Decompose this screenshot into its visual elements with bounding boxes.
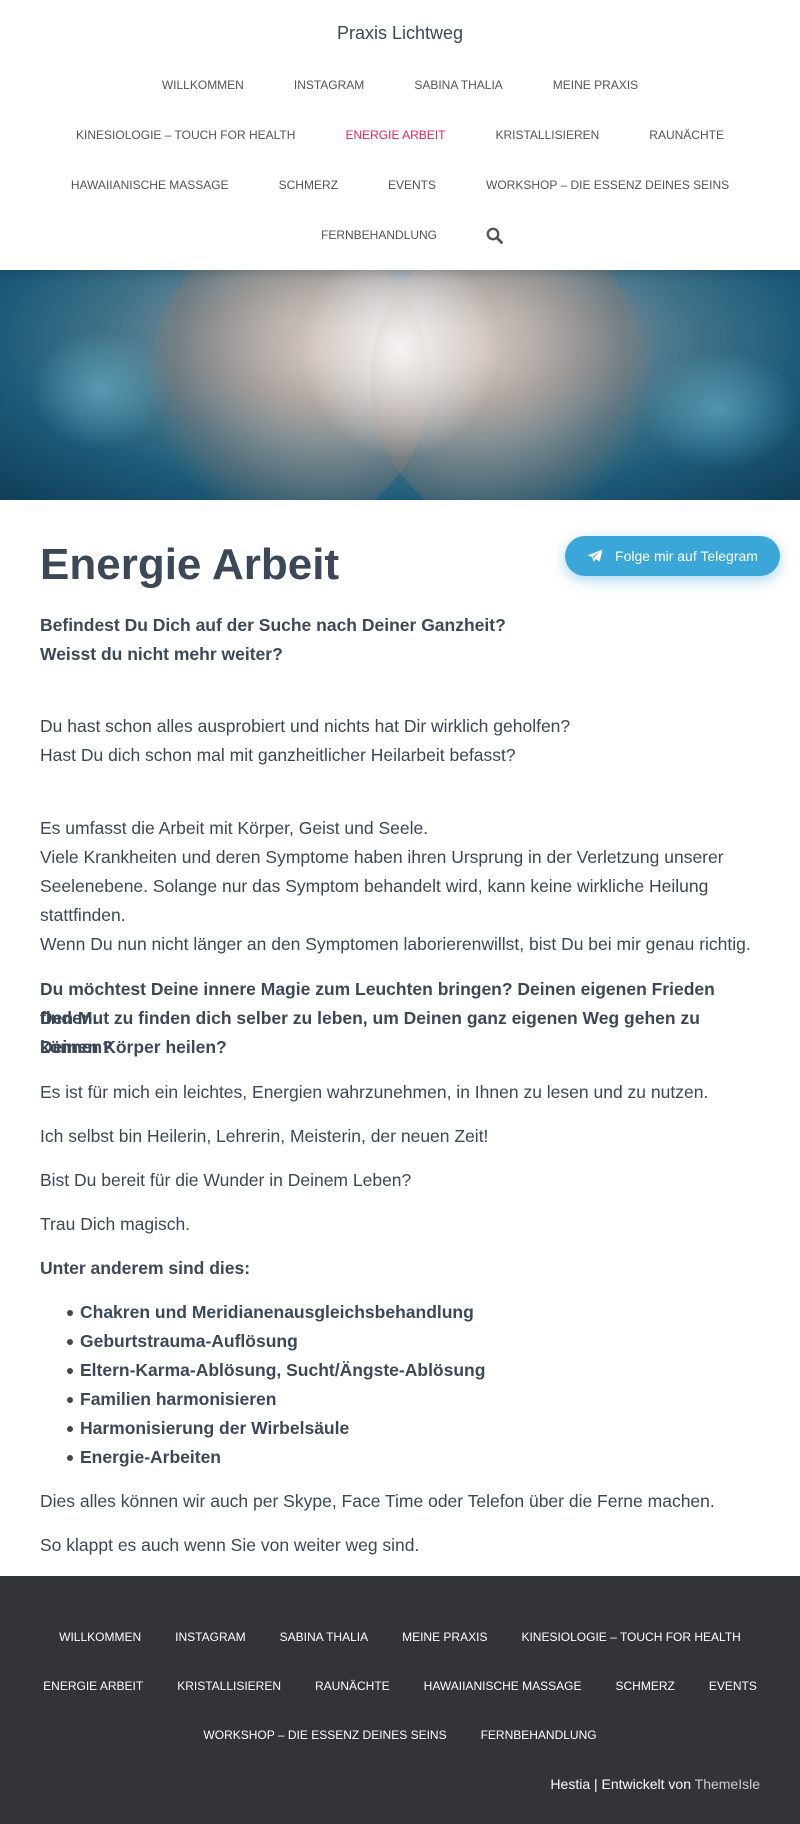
nav-item-sabina-thalia[interactable]: Sabina Thalia — [389, 75, 527, 95]
nav-item-hawaiianische-massage[interactable]: Hawaiianische Massage — [46, 175, 254, 195]
paragraph-line: Wenn Du nun nicht länger an den Symptome… — [40, 934, 751, 954]
footer-link-kristallisieren[interactable]: Kristallisieren — [160, 1679, 298, 1693]
site-footer: Willkommen Instagram Sabina Thalia Meine… — [0, 1576, 800, 1824]
footer-link-workshop[interactable]: Workshop – Die Essenz Deines Seins — [186, 1728, 463, 1742]
paragraph-line: Viele Krankheiten und deren Symptome hab… — [40, 847, 724, 867]
telegram-button-label: Folge mir auf Telegram — [615, 548, 758, 564]
search-icon[interactable] — [484, 225, 504, 245]
nav-item-kristallisieren[interactable]: Kristallisieren — [470, 125, 624, 145]
paragraph-line: Seelenebene. Solange nur das Symptom beh… — [40, 876, 709, 896]
nav-item-events[interactable]: Events — [363, 175, 461, 195]
footer-link-kinesiologie[interactable]: Kinesiologie – Touch for Health — [504, 1630, 757, 1644]
list-item: Eltern-Karma-Ablösung, Sucht/Ängste-Ablö… — [66, 1356, 485, 1385]
footer-nav-row-2: Energie Arbeit Kristallisieren Raunächte… — [0, 1679, 800, 1693]
list-item: Familien harmonisieren — [66, 1385, 276, 1414]
paragraph-line: So klappt es auch wenn Sie von weiter we… — [40, 1535, 420, 1555]
telegram-icon — [587, 549, 603, 562]
footer-link-meine-praxis[interactable]: Meine Praxis — [385, 1630, 504, 1644]
footer-link-instagram[interactable]: Instagram — [158, 1630, 262, 1644]
footer-link-fernbehandlung[interactable]: Fernbehandlung — [464, 1728, 614, 1742]
footer-nav-row-1: Willkommen Instagram Sabina Thalia Meine… — [0, 1630, 800, 1644]
footer-link-sabina-thalia[interactable]: Sabina Thalia — [263, 1630, 385, 1644]
nav-item-meine-praxis[interactable]: Meine Praxis — [528, 75, 663, 95]
credit-text: Hestia | Entwickelt von — [550, 1776, 695, 1792]
paragraph-line: Es umfasst die Arbeit mit Körper, Geist … — [40, 818, 429, 838]
main-nav-row-3: Hawaiianische Massage Schmerz Events Wor… — [0, 175, 800, 195]
footer-link-events[interactable]: Events — [692, 1679, 774, 1693]
footer-link-energie-arbeit[interactable]: Energie Arbeit — [26, 1679, 160, 1693]
paragraph-line: Dies alles können wir auch per Skype, Fa… — [40, 1491, 715, 1511]
paragraph-line: Hast Du dich schon mal mit ganzheitliche… — [40, 745, 516, 765]
footer-link-raunaechte[interactable]: Raunächte — [298, 1679, 407, 1693]
paragraph-line: Bist Du bereit für die Wunder in Deinem … — [40, 1170, 412, 1190]
footer-link-hawaiianische-massage[interactable]: Hawaiianische Massage — [407, 1679, 599, 1693]
list-item: Geburtstrauma-Auflösung — [67, 1327, 298, 1356]
paragraph-line: stattfinden. — [40, 905, 126, 925]
footer-link-willkommen[interactable]: Willkommen — [42, 1630, 158, 1644]
list-item: Harmonisierung der Wirbelsäule — [66, 1414, 349, 1443]
main-nav-row-1: Willkommen Instagram Sabina Thalia Meine… — [0, 75, 800, 95]
nav-item-fernbehandlung[interactable]: Fernbehandlung — [296, 225, 462, 245]
paragraph-line: Du hast schon alles ausprobiert und nich… — [40, 716, 571, 736]
site-header: Praxis Lichtweg Willkommen Instagram Sab… — [0, 0, 800, 270]
intro-line-1: Befindest Du Dich auf der Suche nach Dei… — [40, 615, 506, 635]
nav-item-schmerz[interactable]: Schmerz — [254, 175, 363, 195]
paragraph-line: Es ist für mich ein leichtes, Energien w… — [40, 1082, 709, 1102]
list-item: Chakren und Meridianenausgleichsbehandlu… — [67, 1298, 474, 1327]
main-nav-row-4: Fernbehandlung — [0, 225, 800, 245]
page-title: Energie Arbeit — [40, 540, 340, 589]
intro-line-2: Weisst du nicht mehr weiter? — [40, 644, 283, 664]
nav-item-raunaechte[interactable]: Raunächte — [624, 125, 749, 145]
highlight-line: Deinen Körper heilen? — [40, 1037, 227, 1057]
nav-item-willkommen[interactable]: Willkommen — [137, 75, 269, 95]
nav-item-instagram[interactable]: Instagram — [269, 75, 389, 95]
telegram-follow-button[interactable]: Folge mir auf Telegram — [565, 536, 780, 576]
paragraph-line: Trau Dich magisch. — [40, 1214, 191, 1234]
main-nav-row-2: Kinesiologie – Touch for Health Energie … — [0, 125, 800, 145]
footer-credit: Hestia | Entwickelt von ThemeIsle — [550, 1776, 760, 1792]
list-item: Energie-Arbeiten — [67, 1443, 221, 1472]
footer-nav-row-3: Workshop – Die Essenz Deines Seins Fernb… — [0, 1728, 800, 1742]
hero-image — [0, 270, 800, 500]
footer-link-schmerz[interactable]: Schmerz — [598, 1679, 691, 1693]
site-brand[interactable]: Praxis Lichtweg — [0, 23, 800, 44]
paragraph-line: Ich selbst bin Heilerin, Lehrerin, Meist… — [40, 1126, 489, 1146]
list-heading: Unter anderem sind dies: — [40, 1258, 251, 1278]
themeisle-link[interactable]: ThemeIsle — [695, 1776, 760, 1792]
nav-item-energie-arbeit[interactable]: Energie Arbeit — [320, 125, 470, 145]
nav-item-workshop[interactable]: Workshop – Die Essenz Deines Seins — [461, 175, 754, 195]
nav-item-kinesiologie[interactable]: Kinesiologie – Touch for Health — [51, 125, 320, 145]
